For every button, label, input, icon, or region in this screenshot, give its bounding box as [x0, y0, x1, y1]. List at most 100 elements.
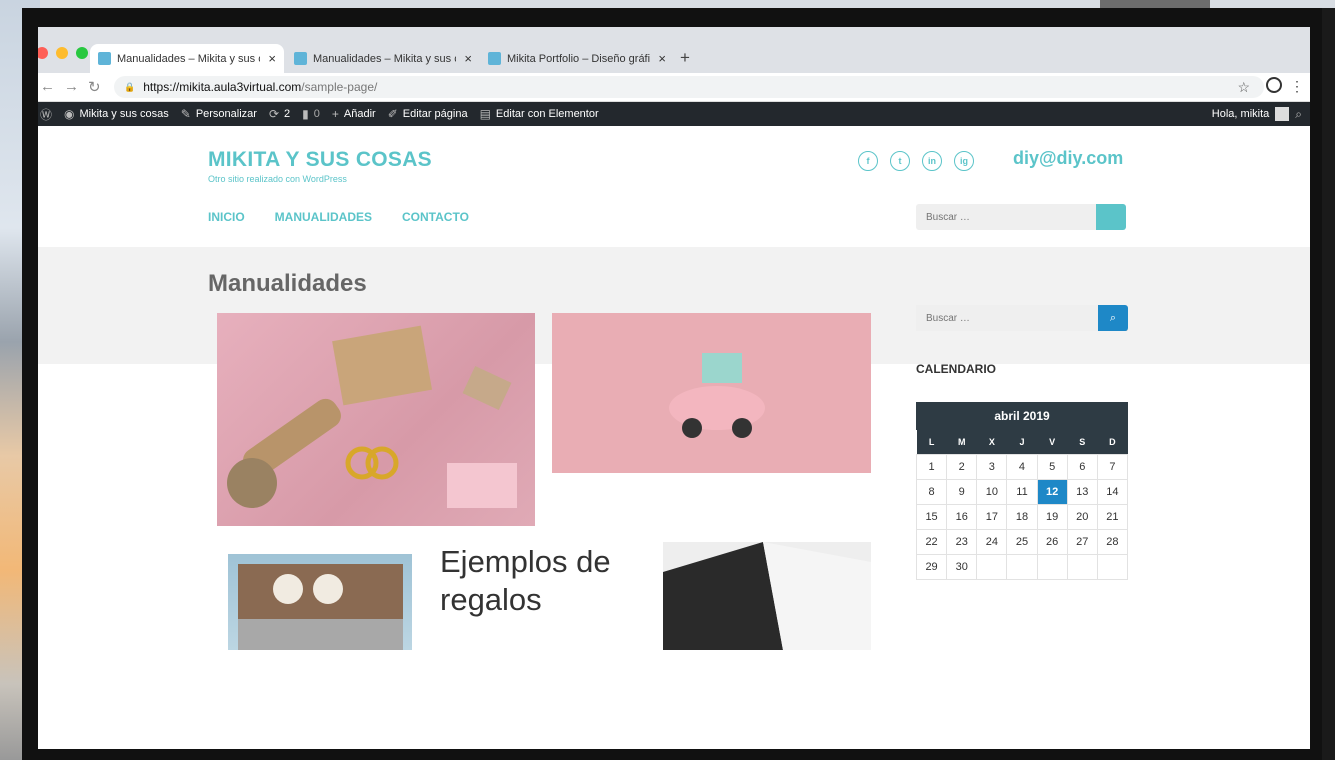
weekday-label: J: [1006, 430, 1038, 454]
calendar-day: 10: [976, 478, 1008, 505]
url-host: https://mikita.aula3virtual.com: [143, 80, 302, 94]
site-tagline: Otro sitio realizado con WordPress: [208, 174, 347, 184]
browser-tab-2[interactable]: Manualidades – Mikita y sus co ×: [286, 44, 480, 73]
zoom-window-button[interactable]: [76, 47, 88, 59]
admin-bar-updates[interactable]: ⟳ 2: [269, 107, 290, 121]
nav-item-manualidades[interactable]: MANUALIDADES: [275, 210, 372, 224]
weekday-label: L: [916, 430, 947, 454]
calendar-day: 25: [1006, 528, 1038, 555]
calendar-day: 11: [1006, 478, 1038, 505]
admin-bar-edit-label: Editar página: [402, 108, 468, 120]
browser-window: Manualidades – Mikita y sus co × Manuali…: [38, 27, 1310, 749]
tab-close-icon[interactable]: ×: [658, 51, 666, 66]
calendar-day: 27: [1066, 528, 1098, 555]
facebook-icon[interactable]: f: [858, 151, 878, 171]
calendar-day: 13: [1066, 478, 1098, 505]
admin-bar-customize-label: Personalizar: [195, 108, 257, 120]
calendar-day: 9: [946, 478, 978, 505]
admin-bar-edit-page[interactable]: ✐ Editar página: [388, 107, 468, 121]
updates-icon: ⟳: [268, 107, 280, 121]
gift-illustration: [238, 564, 403, 650]
admin-bar-comments[interactable]: ▮ 0: [302, 107, 320, 121]
header-search: [916, 204, 1126, 230]
header-search-input[interactable]: [916, 204, 1096, 230]
admin-bar-customize[interactable]: ✎ Personalizar: [181, 107, 257, 121]
linkedin-icon[interactable]: in: [922, 151, 942, 171]
updates-count: 2: [284, 108, 291, 120]
tab-title: Mikita Portfolio – Diseño gráfic: [507, 52, 651, 65]
calendar-day: 15: [915, 503, 948, 530]
main-nav: INICIO MANUALIDADES CONTACTO: [208, 210, 469, 224]
url-path: /sample-page/: [301, 80, 378, 94]
tab-strip: Manualidades – Mikita y sus co × Manuali…: [38, 27, 1310, 73]
new-tab-button[interactable]: +: [680, 48, 690, 68]
calendar-day: 19: [1036, 503, 1068, 530]
minimize-window-button[interactable]: [56, 47, 68, 59]
contact-email[interactable]: diy@diy.com: [1013, 148, 1123, 169]
calendar-day: 7: [1096, 453, 1129, 480]
social-links: f t in ig: [858, 151, 974, 171]
url-bar[interactable]: 🔒 https://mikita.aula3virtual.com/sample…: [114, 76, 1264, 98]
elementor-icon: ▤: [479, 107, 491, 121]
calendar-day: 12: [1036, 478, 1068, 505]
nav-item-contacto[interactable]: CONTACTO: [402, 210, 469, 224]
sidebar-search-input[interactable]: [916, 305, 1098, 331]
sidebar-search: ⌕: [916, 305, 1128, 331]
calendar-empty-cell: [1066, 553, 1098, 580]
favicon-icon: [98, 52, 111, 65]
reload-icon[interactable]: ↻: [88, 78, 101, 96]
address-toolbar: ← → ↻ 🔒 https://mikita.aula3virtual.com /…: [38, 73, 1310, 102]
tab-title: Manualidades – Mikita y sus co: [313, 52, 457, 65]
forward-arrow-icon[interactable]: →: [64, 78, 79, 95]
instagram-icon[interactable]: ig: [954, 151, 974, 171]
desktop-background-top: [40, 0, 1335, 8]
weekday-label: X: [976, 430, 1007, 454]
nav-item-inicio[interactable]: INICIO: [208, 210, 245, 224]
post-image-boxes[interactable]: [663, 542, 871, 650]
admin-bar-site-label: Mikita y sus cosas: [79, 108, 169, 120]
calendar-day: 18: [1006, 503, 1038, 530]
admin-bar-elementor[interactable]: ▤ Editar con Elementor: [480, 107, 599, 121]
calendar-day: 24: [976, 528, 1008, 555]
close-window-button[interactable]: [38, 47, 48, 59]
twitter-icon[interactable]: t: [890, 151, 910, 171]
site-title[interactable]: MIKITA Y SUS COSAS: [208, 148, 432, 172]
weekday-label: V: [1037, 430, 1068, 454]
browser-tab-3[interactable]: Mikita Portfolio – Diseño gráfic ×: [480, 44, 674, 73]
post-image-crafts[interactable]: [217, 313, 535, 526]
calendar-day: 22: [915, 528, 948, 555]
comments-count: 0: [313, 108, 320, 120]
plus-icon: +: [331, 107, 339, 121]
avatar[interactable]: [1275, 107, 1290, 121]
calendar-day: 28: [1096, 528, 1129, 555]
bookmark-star-icon[interactable]: ☆: [1237, 79, 1250, 96]
tab-close-icon[interactable]: ×: [464, 51, 472, 66]
comment-icon: ▮: [302, 107, 309, 121]
admin-bar-greeting[interactable]: Hola, mikita: [1212, 108, 1269, 120]
header-search-button[interactable]: [1096, 204, 1126, 230]
post-image-car[interactable]: [552, 313, 871, 473]
calendar-days: 1 2 3 4 5 6 7 8 9 10 11 12 13 14 15 16 17 18 19 20 21 22 23 24 2…: [915, 453, 1129, 580]
calendar-day: 20: [1066, 503, 1098, 530]
calendar-empty-cell: [976, 553, 1008, 580]
search-icon[interactable]: ⌕: [1098, 305, 1128, 331]
wordpress-logo-icon[interactable]: Ⓦ: [40, 106, 52, 123]
admin-bar-site[interactable]: ◉ Mikita y sus cosas: [64, 107, 169, 121]
menu-kebab-icon[interactable]: ⋮: [1290, 78, 1304, 95]
search-icon[interactable]: ⌕: [1295, 107, 1302, 122]
calendar-week: 29 30: [915, 553, 1129, 580]
back-arrow-icon[interactable]: ←: [40, 78, 55, 95]
post-title[interactable]: Ejemplos de regalos: [440, 543, 640, 619]
account-icon[interactable]: [1266, 77, 1282, 93]
post-image-gift[interactable]: [228, 554, 412, 650]
weekday-label: S: [1067, 430, 1098, 454]
calendar-day: 30: [946, 553, 978, 580]
calendar-day: 8: [915, 478, 948, 505]
calendar-month: abril 2019: [916, 402, 1128, 430]
browser-tab-1[interactable]: Manualidades – Mikita y sus co ×: [90, 44, 284, 73]
wp-admin-bar: Ⓦ ◉ Mikita y sus cosas ✎ Personalizar ⟳ 2 ▮…: [38, 102, 1310, 126]
calendar-day: 5: [1036, 453, 1068, 480]
calendar-week: 8 9 10 11 12 13 14: [915, 478, 1129, 505]
tab-close-icon[interactable]: ×: [268, 51, 276, 66]
admin-bar-add[interactable]: + Añadir: [332, 107, 376, 121]
